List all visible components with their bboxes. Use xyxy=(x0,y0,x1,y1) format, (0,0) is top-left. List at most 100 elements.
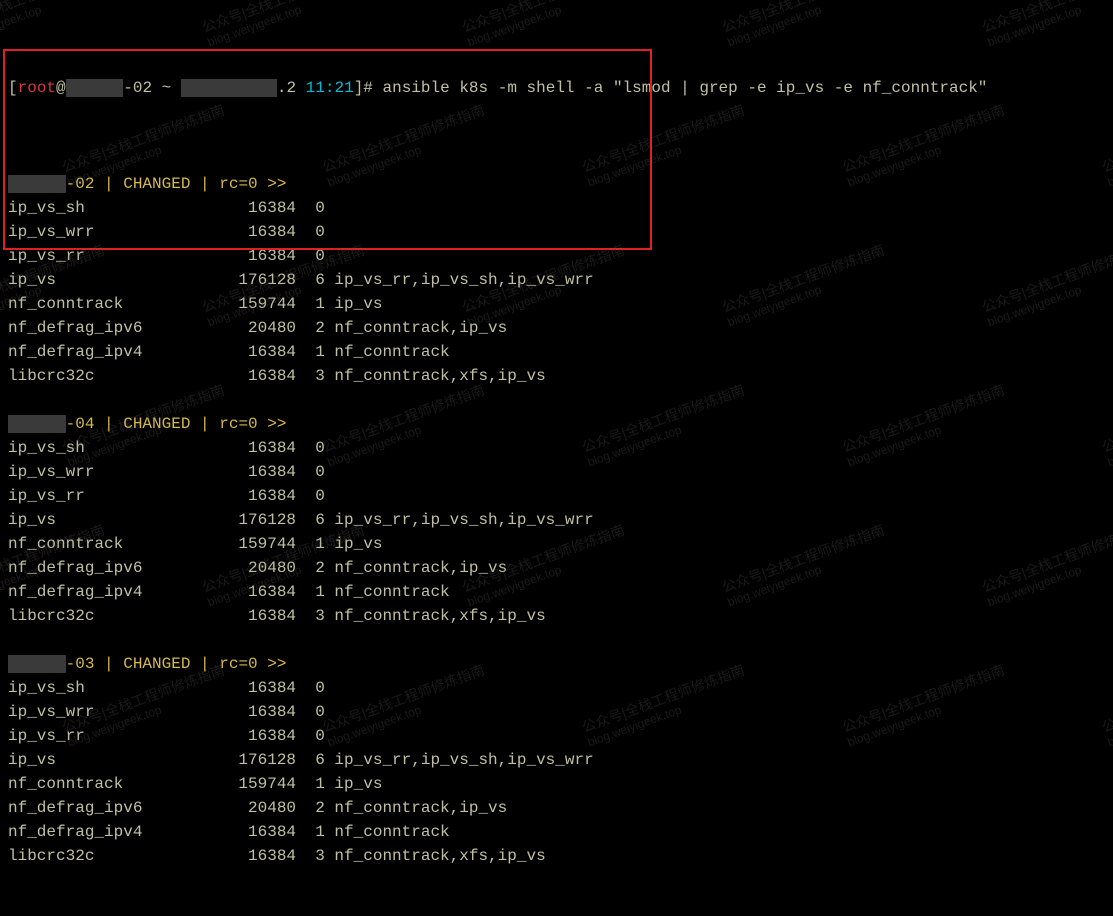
module-size: 159744 xyxy=(229,772,296,796)
module-used-count: 6 xyxy=(296,508,325,532)
module-name: libcrc32c xyxy=(8,364,229,388)
module-row: ip_vs_rr163840 xyxy=(8,724,1105,748)
module-name: nf_defrag_ipv4 xyxy=(8,820,229,844)
module-used-count: 3 xyxy=(296,364,325,388)
module-name: nf_defrag_ipv6 xyxy=(8,796,229,820)
module-used-by: ip_vs xyxy=(325,775,383,793)
module-row: libcrc32c163843 nf_conntrack,xfs,ip_vs xyxy=(8,364,1105,388)
module-used-by: ip_vs xyxy=(325,295,383,313)
module-used-count: 1 xyxy=(296,820,325,844)
watermark-line2: blog.weiyigeek.top xyxy=(1106,397,1113,469)
module-used-count: 1 xyxy=(296,340,325,364)
module-size: 16384 xyxy=(229,604,296,628)
module-size: 16384 xyxy=(229,196,296,220)
host-status: | CHANGED | rc=0 >> xyxy=(94,175,286,193)
module-row: ip_vs_wrr163840 xyxy=(8,220,1105,244)
module-used-by: nf_conntrack xyxy=(325,343,450,361)
module-name: ip_vs_rr xyxy=(8,244,229,268)
prompt-host-hidden xyxy=(66,79,124,97)
host-header: -03 | CHANGED | rc=0 >> xyxy=(8,652,1105,676)
module-used-count: 3 xyxy=(296,604,325,628)
module-row: ip_vs_sh163840 xyxy=(8,196,1105,220)
module-used-count: 1 xyxy=(296,772,325,796)
module-used-count: 0 xyxy=(296,460,325,484)
module-size: 16384 xyxy=(229,364,296,388)
module-row: ip_vs1761286 ip_vs_rr,ip_vs_sh,ip_vs_wrr xyxy=(8,508,1105,532)
blank-line xyxy=(8,628,1105,652)
module-name: nf_conntrack xyxy=(8,532,229,556)
module-size: 16384 xyxy=(229,580,296,604)
module-row: libcrc32c163843 nf_conntrack,xfs,ip_vs xyxy=(8,604,1105,628)
watermark-line2: blog.weiyigeek.top xyxy=(1106,117,1113,189)
prompt-close-bracket: ]# xyxy=(354,79,383,97)
module-size: 176128 xyxy=(229,748,296,772)
module-used-count: 6 xyxy=(296,268,325,292)
prompt-open-bracket: [ xyxy=(8,79,18,97)
module-used-count: 0 xyxy=(296,676,325,700)
module-name: nf_defrag_ipv4 xyxy=(8,580,229,604)
module-size: 159744 xyxy=(229,532,296,556)
module-size: 176128 xyxy=(229,508,296,532)
module-used-by: nf_conntrack,ip_vs xyxy=(325,319,507,337)
module-row: nf_defrag_ipv6204802 nf_conntrack,ip_vs xyxy=(8,796,1105,820)
module-used-count: 0 xyxy=(296,724,325,748)
module-used-by: ip_vs_rr,ip_vs_sh,ip_vs_wrr xyxy=(325,511,594,529)
module-name: ip_vs_rr xyxy=(8,484,229,508)
module-used-by: ip_vs_rr,ip_vs_sh,ip_vs_wrr xyxy=(325,271,594,289)
module-size: 20480 xyxy=(229,556,296,580)
module-size: 16384 xyxy=(229,844,296,868)
module-row: ip_vs_wrr163840 xyxy=(8,700,1105,724)
module-row: nf_conntrack1597441 ip_vs xyxy=(8,532,1105,556)
module-used-by: nf_conntrack xyxy=(325,583,450,601)
module-name: ip_vs xyxy=(8,268,229,292)
prompt-ip-suffix: .2 xyxy=(277,79,296,97)
module-size: 16384 xyxy=(229,220,296,244)
module-used-count: 2 xyxy=(296,556,325,580)
module-size: 20480 xyxy=(229,796,296,820)
module-row: nf_defrag_ipv4163841 nf_conntrack xyxy=(8,340,1105,364)
module-used-by: nf_conntrack,xfs,ip_vs xyxy=(325,367,546,385)
module-used-count: 2 xyxy=(296,316,325,340)
module-size: 176128 xyxy=(229,268,296,292)
module-row: nf_defrag_ipv6204802 nf_conntrack,ip_vs xyxy=(8,556,1105,580)
blank-line xyxy=(8,388,1105,412)
module-used-by: nf_conntrack,ip_vs xyxy=(325,799,507,817)
module-size: 159744 xyxy=(229,292,296,316)
module-name: ip_vs_sh xyxy=(8,196,229,220)
module-size: 16384 xyxy=(229,460,296,484)
module-row: ip_vs1761286 ip_vs_rr,ip_vs_sh,ip_vs_wrr xyxy=(8,748,1105,772)
module-used-count: 0 xyxy=(296,196,325,220)
module-used-by: ip_vs_rr,ip_vs_sh,ip_vs_wrr xyxy=(325,751,594,769)
host-name-suffix: -03 xyxy=(66,655,95,673)
module-used-by: nf_conntrack,xfs,ip_vs xyxy=(325,847,546,865)
module-size: 16384 xyxy=(229,700,296,724)
host-status: | CHANGED | rc=0 >> xyxy=(94,415,286,433)
module-used-count: 0 xyxy=(296,700,325,724)
host-name-suffix: -04 xyxy=(66,415,95,433)
command-text: ansible k8s -m shell -a "lsmod | grep -e… xyxy=(383,79,988,97)
module-size: 16384 xyxy=(229,724,296,748)
host-name-hidden xyxy=(8,175,66,193)
module-size: 16384 xyxy=(229,244,296,268)
module-row: ip_vs1761286 ip_vs_rr,ip_vs_sh,ip_vs_wrr xyxy=(8,268,1105,292)
module-name: nf_defrag_ipv4 xyxy=(8,340,229,364)
module-row: nf_defrag_ipv6204802 nf_conntrack,ip_vs xyxy=(8,316,1105,340)
module-name: ip_vs_sh xyxy=(8,676,229,700)
module-size: 16384 xyxy=(229,676,296,700)
terminal-output: [root@ -02 ~ .2 11:21]# ansible k8s -m s… xyxy=(8,4,1105,916)
module-name: nf_conntrack xyxy=(8,772,229,796)
host-status: | CHANGED | rc=0 >> xyxy=(94,655,286,673)
module-used-count: 1 xyxy=(296,580,325,604)
module-used-count: 0 xyxy=(296,244,325,268)
module-used-by: nf_conntrack xyxy=(325,823,450,841)
prompt-user: root xyxy=(18,79,56,97)
module-name: ip_vs_rr xyxy=(8,724,229,748)
module-used-count: 0 xyxy=(296,436,325,460)
module-size: 16384 xyxy=(229,484,296,508)
module-name: libcrc32c xyxy=(8,844,229,868)
module-name: ip_vs_wrr xyxy=(8,460,229,484)
module-row: nf_conntrack1597441 ip_vs xyxy=(8,772,1105,796)
module-name: libcrc32c xyxy=(8,604,229,628)
module-size: 16384 xyxy=(229,436,296,460)
module-size: 20480 xyxy=(229,316,296,340)
